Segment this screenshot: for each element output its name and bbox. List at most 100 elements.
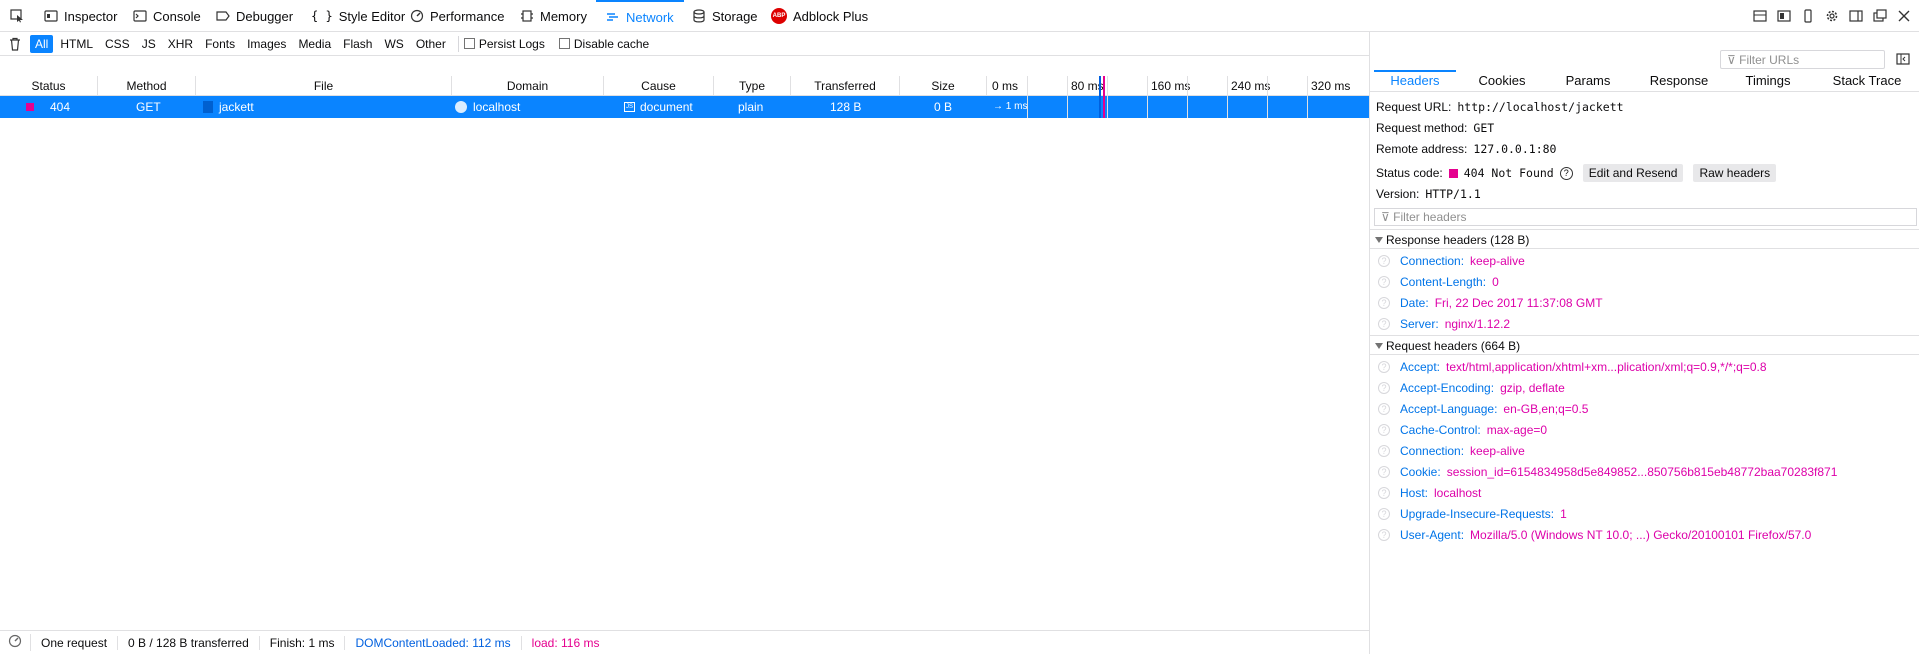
- separate-window-icon[interactable]: [1873, 9, 1887, 23]
- help-icon[interactable]: ?: [1378, 529, 1390, 541]
- file-type-icon: [203, 101, 213, 113]
- tab-label: Network: [626, 9, 674, 25]
- response-headers-section[interactable]: Response headers (128 B): [1370, 229, 1919, 249]
- tab-style-editor[interactable]: { } Style Editor: [311, 0, 405, 32]
- tab-params[interactable]: Params: [1548, 70, 1628, 92]
- help-icon[interactable]: ?: [1378, 403, 1390, 415]
- checkbox-box[interactable]: [558, 38, 570, 49]
- help-icon[interactable]: ?: [1378, 276, 1390, 288]
- frame-picker-icon[interactable]: [1753, 9, 1767, 23]
- table-header: Status Method File Domain Cause Type Tra…: [0, 76, 1369, 96]
- filter-css-button[interactable]: CSS: [100, 35, 135, 53]
- version-row: Version: HTTP/1.1: [1376, 187, 1481, 201]
- request-headers-section[interactable]: Request headers (664 B): [1370, 335, 1919, 355]
- request-method-row: Request method: GET: [1376, 121, 1494, 135]
- tab-label: Performance: [430, 8, 505, 24]
- help-icon[interactable]: ?: [1378, 318, 1390, 330]
- tab-timings[interactable]: Timings: [1728, 70, 1808, 92]
- request-method-value: GET: [1473, 121, 1495, 135]
- request-count: One request: [31, 635, 119, 650]
- inspector-icon: [44, 9, 58, 23]
- help-icon[interactable]: ?: [1378, 361, 1390, 373]
- dock-side-icon[interactable]: [1849, 9, 1863, 23]
- tab-response[interactable]: Response: [1634, 70, 1724, 92]
- header-row: ? Connection: keep-alive: [1378, 441, 1525, 461]
- header-name: Cache-Control:: [1400, 423, 1481, 437]
- filter-headers-input[interactable]: ⊽ Filter headers: [1374, 208, 1917, 226]
- tab-network[interactable]: Network: [596, 0, 684, 32]
- status-code-value: 404 Not Found: [1463, 166, 1554, 180]
- help-icon[interactable]: ?: [1378, 466, 1390, 478]
- header-row: ? Accept: text/html,application/xhtml+xm..…: [1378, 357, 1767, 377]
- filter-other-button[interactable]: Other: [411, 35, 451, 53]
- close-icon[interactable]: [1897, 9, 1911, 23]
- checkbox-box[interactable]: [463, 38, 475, 49]
- column-transferred[interactable]: Transferred: [791, 76, 900, 96]
- persist-logs-checkbox[interactable]: Persist Logs: [463, 37, 545, 51]
- gear-icon[interactable]: [1825, 9, 1839, 23]
- help-icon[interactable]: ?: [1378, 297, 1390, 309]
- filter-all-button[interactable]: All: [30, 34, 54, 53]
- tab-label: Memory: [540, 8, 587, 24]
- edit-and-resend-button[interactable]: Edit and Resend: [1582, 164, 1684, 182]
- column-size[interactable]: Size: [900, 76, 987, 96]
- tab-stack-trace[interactable]: Stack Trace: [1818, 70, 1916, 92]
- remote-address-value: 127.0.0.1:80: [1473, 142, 1557, 156]
- clear-requests-button[interactable]: [0, 37, 30, 51]
- status-code-row: Status code: 404 Not Found ? Edit and Re…: [1376, 164, 1777, 182]
- filter-xhr-button[interactable]: XHR: [163, 35, 198, 53]
- version-label: Version:: [1376, 187, 1420, 201]
- tab-cookies[interactable]: Cookies: [1462, 70, 1542, 92]
- header-value: text/html,application/xhtml+xm...plicati…: [1446, 360, 1767, 374]
- filter-html-button[interactable]: HTML: [55, 35, 98, 53]
- header-name: Accept:: [1400, 360, 1441, 374]
- help-icon[interactable]: ?: [1378, 382, 1390, 394]
- request-url-row: Request URL: http://localhost/jackett: [1376, 100, 1624, 114]
- request-url-value: http://localhost/jackett: [1457, 100, 1624, 114]
- tab-debugger[interactable]: Debugger: [216, 0, 293, 32]
- filter-images-button[interactable]: Images: [242, 35, 291, 53]
- row-file: jackett: [219, 100, 254, 114]
- raw-headers-button[interactable]: Raw headers: [1693, 164, 1777, 182]
- tab-memory[interactable]: Memory: [520, 0, 587, 32]
- help-icon[interactable]: ?: [1378, 445, 1390, 457]
- filter-headers-placeholder: Filter headers: [1393, 210, 1467, 224]
- mobile-icon[interactable]: [1801, 9, 1815, 23]
- help-icon[interactable]: ?: [1378, 508, 1390, 520]
- tab-adblock-plus[interactable]: ABP Adblock Plus: [771, 0, 868, 32]
- tab-inspector[interactable]: Inspector: [44, 0, 117, 32]
- responsive-design-icon[interactable]: [1777, 9, 1791, 23]
- tab-performance[interactable]: Performance: [410, 0, 504, 32]
- filter-js-button[interactable]: JS: [137, 35, 161, 53]
- filter-flash-button[interactable]: Flash: [338, 35, 377, 53]
- column-method[interactable]: Method: [98, 76, 196, 96]
- filter-ws-button[interactable]: WS: [379, 35, 408, 53]
- column-domain[interactable]: Domain: [452, 76, 604, 96]
- header-row: ? Host: localhost: [1378, 483, 1481, 503]
- element-picker-icon[interactable]: [10, 9, 24, 23]
- filter-media-button[interactable]: Media: [293, 35, 336, 53]
- header-row: ? Server: nginx/1.12.2: [1378, 314, 1510, 334]
- header-row: ? Accept-Language: en-GB,en;q=0.5: [1378, 399, 1588, 419]
- disable-cache-checkbox[interactable]: Disable cache: [558, 37, 649, 51]
- waterfall-gridline: [1227, 76, 1228, 118]
- table-row[interactable]: 404 GET jackett localhost JS document pl…: [0, 96, 1369, 118]
- waterfall-gridline: [1107, 76, 1108, 118]
- column-cause[interactable]: Cause: [604, 76, 714, 96]
- tab-headers[interactable]: Headers: [1374, 70, 1456, 92]
- tab-label: Debugger: [236, 8, 294, 24]
- help-icon[interactable]: ?: [1378, 487, 1390, 499]
- column-file[interactable]: File: [196, 76, 452, 96]
- waterfall-tick-320: 320 ms: [1311, 79, 1351, 93]
- column-status[interactable]: Status: [0, 76, 98, 96]
- help-icon[interactable]: ?: [1559, 166, 1573, 180]
- performance-analysis-icon[interactable]: [0, 634, 31, 651]
- column-type[interactable]: Type: [714, 76, 791, 96]
- help-icon[interactable]: ?: [1378, 424, 1390, 436]
- help-icon[interactable]: ?: [1378, 255, 1390, 267]
- tab-storage[interactable]: Storage: [692, 0, 758, 32]
- devtools-toolbar: Inspector Console Debugger { } Style Edi…: [0, 0, 1919, 32]
- tab-console[interactable]: Console: [133, 0, 201, 32]
- filter-fonts-button[interactable]: Fonts: [200, 35, 240, 53]
- gauge-icon: [410, 9, 424, 23]
